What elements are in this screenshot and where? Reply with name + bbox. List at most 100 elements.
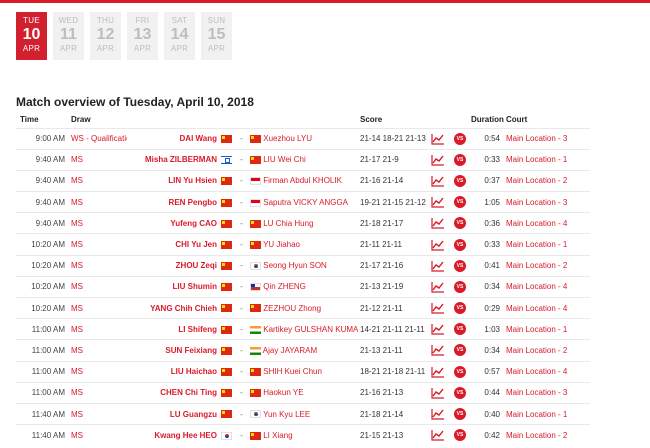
player2-link[interactable]: LIU Wei Chi	[263, 155, 306, 164]
player2-link[interactable]: ZEZHOU Zhong	[263, 304, 321, 313]
match-court-link[interactable]: Main Location - 4	[504, 360, 590, 383]
match-court-link[interactable]: Main Location - 1	[504, 402, 590, 425]
vs-icon[interactable]: VS	[454, 196, 466, 209]
match-draw-link[interactable]: MS	[69, 169, 127, 192]
player1-link[interactable]: CHEN Chi Ting	[127, 381, 221, 404]
stats-chart-icon[interactable]	[431, 154, 445, 166]
match-court-link[interactable]: Main Location - 3	[504, 381, 590, 404]
day-tab-3[interactable]: FRI 13 APR	[127, 12, 158, 60]
match-draw-link[interactable]: MS	[69, 402, 127, 425]
day-tab-5[interactable]: SUN 15 APR	[201, 12, 232, 60]
vs-icon[interactable]: VS	[454, 408, 466, 421]
match-draw-link[interactable]: MS	[69, 275, 127, 298]
match-draw-link[interactable]: MS	[69, 254, 127, 277]
player2-link[interactable]: Kartikey GULSHAN KUMAR	[263, 325, 358, 334]
stats-chart-icon[interactable]	[431, 260, 445, 272]
vs-icon[interactable]: VS	[454, 365, 466, 378]
match-court-link[interactable]: Main Location - 4	[504, 296, 590, 319]
player2-link[interactable]: LI Xiang	[263, 431, 292, 440]
day-tab-0[interactable]: TUE 10 APR	[16, 12, 47, 60]
stats-chart-icon[interactable]	[431, 175, 445, 187]
player2-link[interactable]: Yun Kyu LEE	[263, 410, 310, 419]
vs-icon[interactable]: VS	[454, 238, 466, 251]
player2-link[interactable]: SHIH Kuei Chun	[263, 367, 322, 376]
stats-chart-icon[interactable]	[431, 281, 445, 293]
match-court-link[interactable]: Main Location - 3	[504, 191, 590, 213]
player1-flag-cell	[221, 191, 235, 213]
player1-link[interactable]: Yufeng CAO	[127, 212, 221, 234]
player1-link[interactable]: LU Guangzu	[127, 402, 221, 425]
player1-link[interactable]: CHI Yu Jen	[127, 233, 221, 256]
stats-chart-icon[interactable]	[431, 133, 445, 145]
day-tab-1[interactable]: WED 11 APR	[53, 12, 84, 60]
match-draw-link[interactable]: MS	[69, 233, 127, 256]
player2-link[interactable]: Saputra VICKY ANGGA	[263, 198, 348, 207]
stats-chart-icon[interactable]	[431, 302, 445, 314]
player2-link[interactable]: LU Chia Hung	[263, 219, 313, 228]
match-draw-link[interactable]: MS	[69, 191, 127, 213]
match-draw-link[interactable]: MS	[69, 148, 127, 171]
match-court-link[interactable]: Main Location - 2	[504, 424, 590, 446]
player1-link[interactable]: LIN Yu Hsien	[127, 169, 221, 192]
vs-icon[interactable]: VS	[454, 217, 466, 230]
match-draw-link[interactable]: MS	[69, 212, 127, 234]
player1-link[interactable]: LIU Shumin	[127, 275, 221, 298]
match-draw-link[interactable]: MS	[69, 360, 127, 383]
stats-chart-icon[interactable]	[431, 366, 445, 378]
player2-link[interactable]: Qin ZHENG	[263, 282, 306, 291]
player1-link[interactable]: YANG Chih Chieh	[127, 296, 221, 319]
vs-icon[interactable]: VS	[454, 302, 466, 315]
match-court-link[interactable]: Main Location - 4	[504, 275, 590, 298]
player1-link[interactable]: REN Pengbo	[127, 191, 221, 213]
stats-chart-icon[interactable]	[431, 217, 445, 229]
match-draw-link[interactable]: MS	[69, 424, 127, 446]
player1-link[interactable]: Misha ZILBERMAN	[127, 148, 221, 171]
player1-link[interactable]: ZHOU Zeqi	[127, 254, 221, 277]
player2-link[interactable]: YU Jiahao	[263, 240, 300, 249]
match-draw-link[interactable]: MS	[69, 381, 127, 404]
match-court-link[interactable]: Main Location - 2	[504, 254, 590, 277]
vs-icon[interactable]: VS	[454, 323, 466, 336]
vs-icon[interactable]: VS	[454, 153, 466, 166]
match-court-link[interactable]: Main Location - 1	[504, 318, 590, 340]
day-tab-4[interactable]: SAT 14 APR	[164, 12, 195, 60]
player1-link[interactable]: DAI Wang	[127, 127, 221, 150]
match-court-link[interactable]: Main Location - 3	[504, 127, 590, 150]
player2-link[interactable]: Haokun YE	[263, 388, 303, 397]
vs-icon[interactable]: VS	[454, 132, 466, 145]
match-draw-link[interactable]: MS	[69, 296, 127, 319]
day-tab-2[interactable]: THU 12 APR	[90, 12, 121, 60]
vs-icon[interactable]: VS	[454, 386, 466, 399]
stats-chart-icon[interactable]	[431, 408, 445, 420]
player1-link[interactable]: LI Shifeng	[127, 318, 221, 340]
stats-chart-icon[interactable]	[431, 429, 445, 442]
match-draw-link[interactable]: WS - Qualification	[69, 127, 127, 150]
vs-icon[interactable]: VS	[454, 174, 466, 187]
player2-link[interactable]: Xuezhou LYU	[263, 134, 312, 143]
stats-chart-icon[interactable]	[431, 344, 445, 357]
vs-icon[interactable]: VS	[454, 344, 466, 357]
player1-link[interactable]: Kwang Hee HEO	[127, 424, 221, 446]
match-court-link[interactable]: Main Location - 1	[504, 148, 590, 171]
versus-separator: -	[235, 318, 248, 340]
player1-link[interactable]: LIU Haichao	[127, 360, 221, 383]
vs-icon[interactable]: VS	[454, 259, 466, 272]
stats-chart-icon[interactable]	[431, 239, 445, 251]
player2-link[interactable]: Firman Abdul KHOLIK	[263, 176, 342, 185]
match-court-link[interactable]: Main Location - 2	[504, 169, 590, 192]
stats-chart-icon[interactable]	[431, 323, 445, 335]
match-time: 9:00 AM	[16, 127, 69, 150]
player2-link[interactable]: Seong Hyun SON	[263, 261, 327, 270]
vs-icon[interactable]: VS	[454, 280, 466, 293]
match-court-link[interactable]: Main Location - 4	[504, 212, 590, 234]
match-court-link[interactable]: Main Location - 2	[504, 339, 590, 362]
match-duration: 0:36	[471, 212, 504, 234]
match-draw-link[interactable]: MS	[69, 318, 127, 340]
vs-icon[interactable]: VS	[454, 429, 466, 442]
match-draw-link[interactable]: MS	[69, 339, 127, 362]
player2-link[interactable]: Ajay JAYARAM	[263, 346, 317, 355]
stats-chart-icon[interactable]	[431, 387, 445, 399]
match-court-link[interactable]: Main Location - 1	[504, 233, 590, 256]
stats-chart-icon[interactable]	[431, 196, 445, 208]
player1-link[interactable]: SUN Feixiang	[127, 339, 221, 362]
